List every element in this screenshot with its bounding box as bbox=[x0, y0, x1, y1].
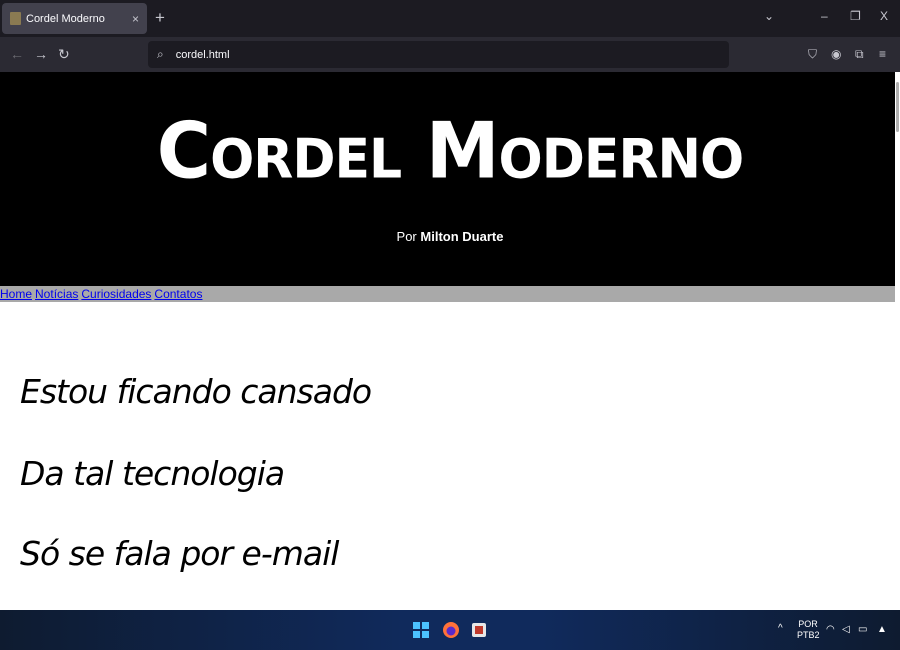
close-window-button[interactable]: X bbox=[880, 9, 888, 23]
browser-tab[interactable]: Cordel Moderno × bbox=[2, 3, 147, 34]
menu-link-curiosidades[interactable]: Curiosidades bbox=[81, 287, 151, 301]
page-viewport: Cordel Moderno Por Milton Duarte Home Not… bbox=[0, 72, 900, 610]
notification-bell-icon[interactable]: ▲ bbox=[877, 624, 887, 635]
navigation-toolbar: ← → ↻ ⌕ cordel.html ⛉ ◉ ⧉ ≡ bbox=[0, 37, 900, 72]
language-indicator[interactable]: POR PTB2 bbox=[797, 619, 820, 641]
verse-line: Só se fala por e-mail bbox=[20, 534, 339, 573]
tab-strip: Cordel Moderno × + ⌄ – ❐ X bbox=[0, 0, 900, 37]
verse-line: Da tal tecnologia bbox=[20, 454, 285, 493]
start-icon[interactable] bbox=[412, 621, 430, 639]
keyboard-layout: PTB2 bbox=[797, 630, 820, 640]
page-title: Cordel Moderno bbox=[156, 105, 744, 197]
firefox-icon[interactable] bbox=[442, 621, 460, 639]
pocket-icon[interactable]: ⛉ bbox=[808, 46, 817, 62]
forward-arrow-icon[interactable]: → bbox=[34, 45, 48, 63]
page-header: Cordel Moderno Por Milton Duarte bbox=[0, 72, 895, 286]
back-arrow-icon[interactable]: ← bbox=[10, 45, 24, 63]
extensions-icon[interactable]: ⧉ bbox=[855, 46, 864, 62]
battery-icon[interactable]: ▭ bbox=[858, 624, 867, 635]
minimize-button[interactable]: – bbox=[821, 9, 828, 23]
app-icon[interactable] bbox=[470, 621, 488, 639]
site-menu: Home Notícias Curiosidades Contatos bbox=[0, 286, 895, 302]
restore-button[interactable]: ❐ bbox=[850, 9, 861, 23]
volume-icon[interactable]: ◁ bbox=[842, 624, 850, 635]
tab-list-button[interactable]: ⌄ bbox=[764, 9, 774, 23]
byline: Por Milton Duarte bbox=[0, 229, 900, 244]
url-text[interactable]: cordel.html bbox=[176, 49, 230, 61]
wifi-icon[interactable]: ◠ bbox=[826, 624, 835, 635]
menu-link-noticias[interactable]: Notícias bbox=[35, 287, 78, 301]
taskbar: ^ POR PTB2 ◠ ◁ ▭ ▲ bbox=[0, 610, 900, 650]
byline-prefix: Por bbox=[396, 229, 417, 244]
reload-icon[interactable]: ↻ bbox=[58, 45, 70, 63]
menu-link-home[interactable]: Home bbox=[0, 287, 32, 301]
tab-title: Cordel Moderno bbox=[26, 12, 105, 25]
new-tab-button[interactable]: + bbox=[155, 8, 165, 28]
language-code: POR bbox=[798, 619, 818, 629]
tray-chevron-icon[interactable]: ^ bbox=[778, 623, 783, 634]
verse-line: Estou ficando cansado bbox=[20, 372, 372, 411]
menu-link-contatos[interactable]: Contatos bbox=[154, 287, 202, 301]
close-tab-button[interactable]: × bbox=[132, 12, 139, 26]
account-icon[interactable]: ◉ bbox=[831, 46, 841, 62]
author-name: Milton Duarte bbox=[420, 229, 504, 244]
address-bar[interactable]: ⌕ cordel.html bbox=[148, 41, 729, 68]
menu-icon[interactable]: ≡ bbox=[879, 46, 886, 62]
favicon-icon bbox=[10, 12, 21, 25]
search-icon: ⌕ bbox=[157, 47, 164, 61]
scrollbar[interactable] bbox=[896, 82, 899, 132]
